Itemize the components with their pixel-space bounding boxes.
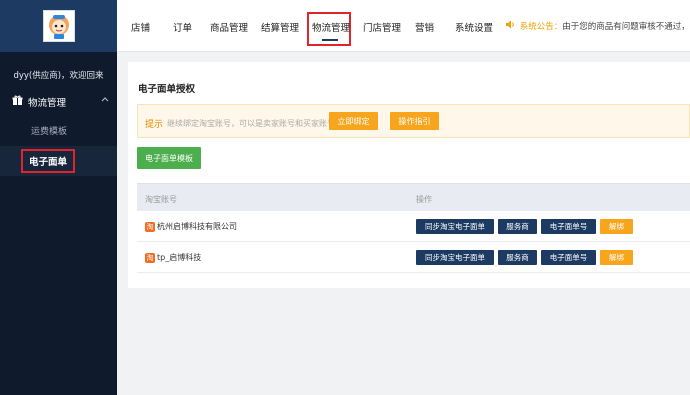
tip-bar: 提示 继续绑定淘宝账号，可以是卖家账号和买家账号。 立即绑定 操作指引: [137, 104, 690, 138]
unbind-button[interactable]: 解绑: [600, 219, 633, 234]
nav-item-marketing[interactable]: 营销: [415, 20, 434, 34]
taobao-icon: 淘: [145, 252, 155, 263]
waybill-number-button[interactable]: 电子面单号: [541, 219, 596, 234]
page-title: 电子面单授权: [138, 84, 196, 95]
nav-item-settlement[interactable]: 结算管理: [261, 20, 299, 34]
notice-text: 由于您的商品有问题审核不通过，你需...: [562, 22, 690, 32]
sync-taobao-waybill-button[interactable]: 同步淘宝电子面单: [416, 219, 494, 234]
taobao-icon: 淘: [145, 221, 155, 232]
gift-icon: [12, 95, 23, 109]
account-cell: 淘 tp_启博科技: [145, 252, 201, 263]
sync-taobao-waybill-button[interactable]: 同步淘宝电子面单: [416, 250, 494, 265]
table-row: 淘 tp_启博科技 同步淘宝电子面单 服务商 电子面单号 解绑: [137, 242, 690, 273]
sidebar-item-freight-template[interactable]: 运费模板: [0, 124, 117, 137]
column-header-account: 淘宝账号: [145, 195, 177, 204]
waybill-auth-card: 电子面单授权 提示 继续绑定淘宝账号，可以是卖家账号和买家账号。 立即绑定 操作…: [128, 62, 690, 288]
table-row: 淘 杭州启博科技有限公司 同步淘宝电子面单 服务商 电子面单号 解绑: [137, 211, 690, 242]
column-header-actions: 操作: [416, 195, 432, 204]
system-notice[interactable]: 系统公告：由于您的商品有问题审核不通过，你需...: [505, 20, 690, 32]
menu-group-logistics[interactable]: 物流管理: [0, 95, 117, 109]
unbind-button[interactable]: 解绑: [600, 250, 633, 265]
tip-label: 提示: [145, 120, 164, 130]
table-header: 淘宝账号 操作: [137, 183, 690, 211]
account-name: tp_启博科技: [157, 253, 202, 262]
nav-item-system-settings[interactable]: 系统设置: [455, 20, 493, 34]
speaker-icon: [505, 20, 518, 32]
nav-item-store-management[interactable]: 门店管理: [363, 20, 401, 34]
tip-text: 继续绑定淘宝账号，可以是卖家账号和买家账号。: [167, 119, 343, 128]
bind-now-button[interactable]: 立即绑定: [329, 112, 378, 130]
operation-guide-button[interactable]: 操作指引: [390, 112, 439, 130]
service-provider-button[interactable]: 服务商: [498, 250, 537, 265]
account-cell: 淘 杭州启博科技有限公司: [145, 221, 237, 232]
mascot-logo-icon[interactable]: [42, 10, 75, 42]
nav-item-orders[interactable]: 订单: [173, 20, 192, 34]
notice-label: 系统公告：: [519, 22, 563, 32]
nav-item-shop[interactable]: 店铺: [131, 20, 150, 34]
nav-active-underline: [322, 39, 338, 41]
menu-group-label: 物流管理: [28, 98, 67, 109]
sidebar-item-electronic-waybill-row[interactable]: 电子面单: [0, 146, 117, 176]
top-nav: 店铺 订单 商品管理 结算管理 物流管理 门店管理 营销 系统设置 系统公告：由…: [117, 0, 690, 52]
nav-item-products[interactable]: 商品管理: [210, 20, 248, 34]
logo-area: [0, 0, 117, 52]
sidebar-item-electronic-waybill[interactable]: 电子面单: [21, 149, 75, 173]
account-table: 淘宝账号 操作 淘 杭州启博科技有限公司 同步淘宝电子面单 服务商 电子面单号 …: [137, 183, 690, 273]
nav-item-logistics[interactable]: 物流管理: [312, 20, 350, 34]
account-name: 杭州启博科技有限公司: [157, 222, 237, 231]
sidebar: dyy(供应商)，欢迎回来 物流管理 运费模板: [0, 0, 117, 395]
chevron-up-icon: [101, 95, 109, 104]
waybill-number-button[interactable]: 电子面单号: [541, 250, 596, 265]
welcome-text: dyy(供应商)，欢迎回来: [13, 71, 104, 81]
waybill-template-button[interactable]: 电子面单模板: [137, 147, 201, 169]
service-provider-button[interactable]: 服务商: [498, 219, 537, 234]
